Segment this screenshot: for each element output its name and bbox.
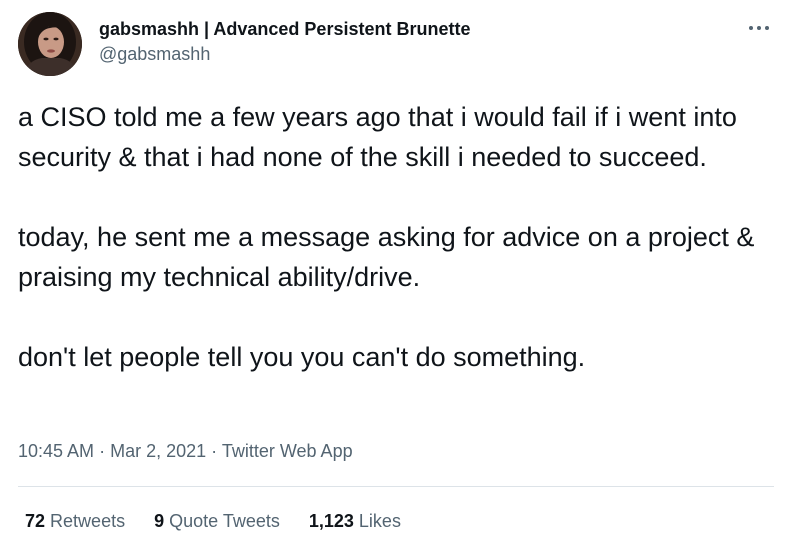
tweet-paragraph: don't let people tell you you can't do s… xyxy=(18,342,586,372)
divider xyxy=(18,486,774,487)
likes-stat[interactable]: 1,123 Likes xyxy=(309,510,401,532)
tweet-meta: 10:45 AM · Mar 2, 2021 · Twitter Web App xyxy=(18,440,353,462)
tweet-text: a CISO told me a few years ago that i wo… xyxy=(18,97,774,377)
meta-separator: · xyxy=(99,441,106,461)
retweets-label: Retweets xyxy=(50,511,126,531)
avatar-image xyxy=(18,12,82,76)
retweets-stat[interactable]: 72 Retweets xyxy=(25,510,125,532)
more-options-icon[interactable] xyxy=(744,18,774,38)
author-handle[interactable]: @gabsmashh xyxy=(99,43,470,65)
tweet-stats: 72 Retweets 9 Quote Tweets 1,123 Likes xyxy=(25,510,401,532)
retweets-count: 72 xyxy=(25,511,46,531)
tweet-paragraph: today, he sent me a message asking for a… xyxy=(18,222,755,292)
tweet-card: gabsmashh | Advanced Persistent Brunette… xyxy=(0,0,792,550)
tweet-date[interactable]: Mar 2, 2021 xyxy=(110,441,206,461)
tweet-paragraph: a CISO told me a few years ago that i wo… xyxy=(18,102,737,172)
tweet-source[interactable]: Twitter Web App xyxy=(222,441,353,461)
author-display-name[interactable]: gabsmashh | Advanced Persistent Brunette xyxy=(99,18,470,40)
meta-separator: · xyxy=(211,441,218,461)
avatar[interactable] xyxy=(18,12,82,76)
quote-tweets-stat[interactable]: 9 Quote Tweets xyxy=(154,510,280,532)
quote-tweets-count: 9 xyxy=(154,511,165,531)
tweet-time[interactable]: 10:45 AM xyxy=(18,441,94,461)
tweet-header: gabsmashh | Advanced Persistent Brunette… xyxy=(18,12,774,78)
likes-count: 1,123 xyxy=(308,511,354,531)
author-names: gabsmashh | Advanced Persistent Brunette… xyxy=(99,18,470,65)
quote-tweets-label: Quote Tweets xyxy=(169,511,280,531)
likes-label: Likes xyxy=(358,511,401,531)
